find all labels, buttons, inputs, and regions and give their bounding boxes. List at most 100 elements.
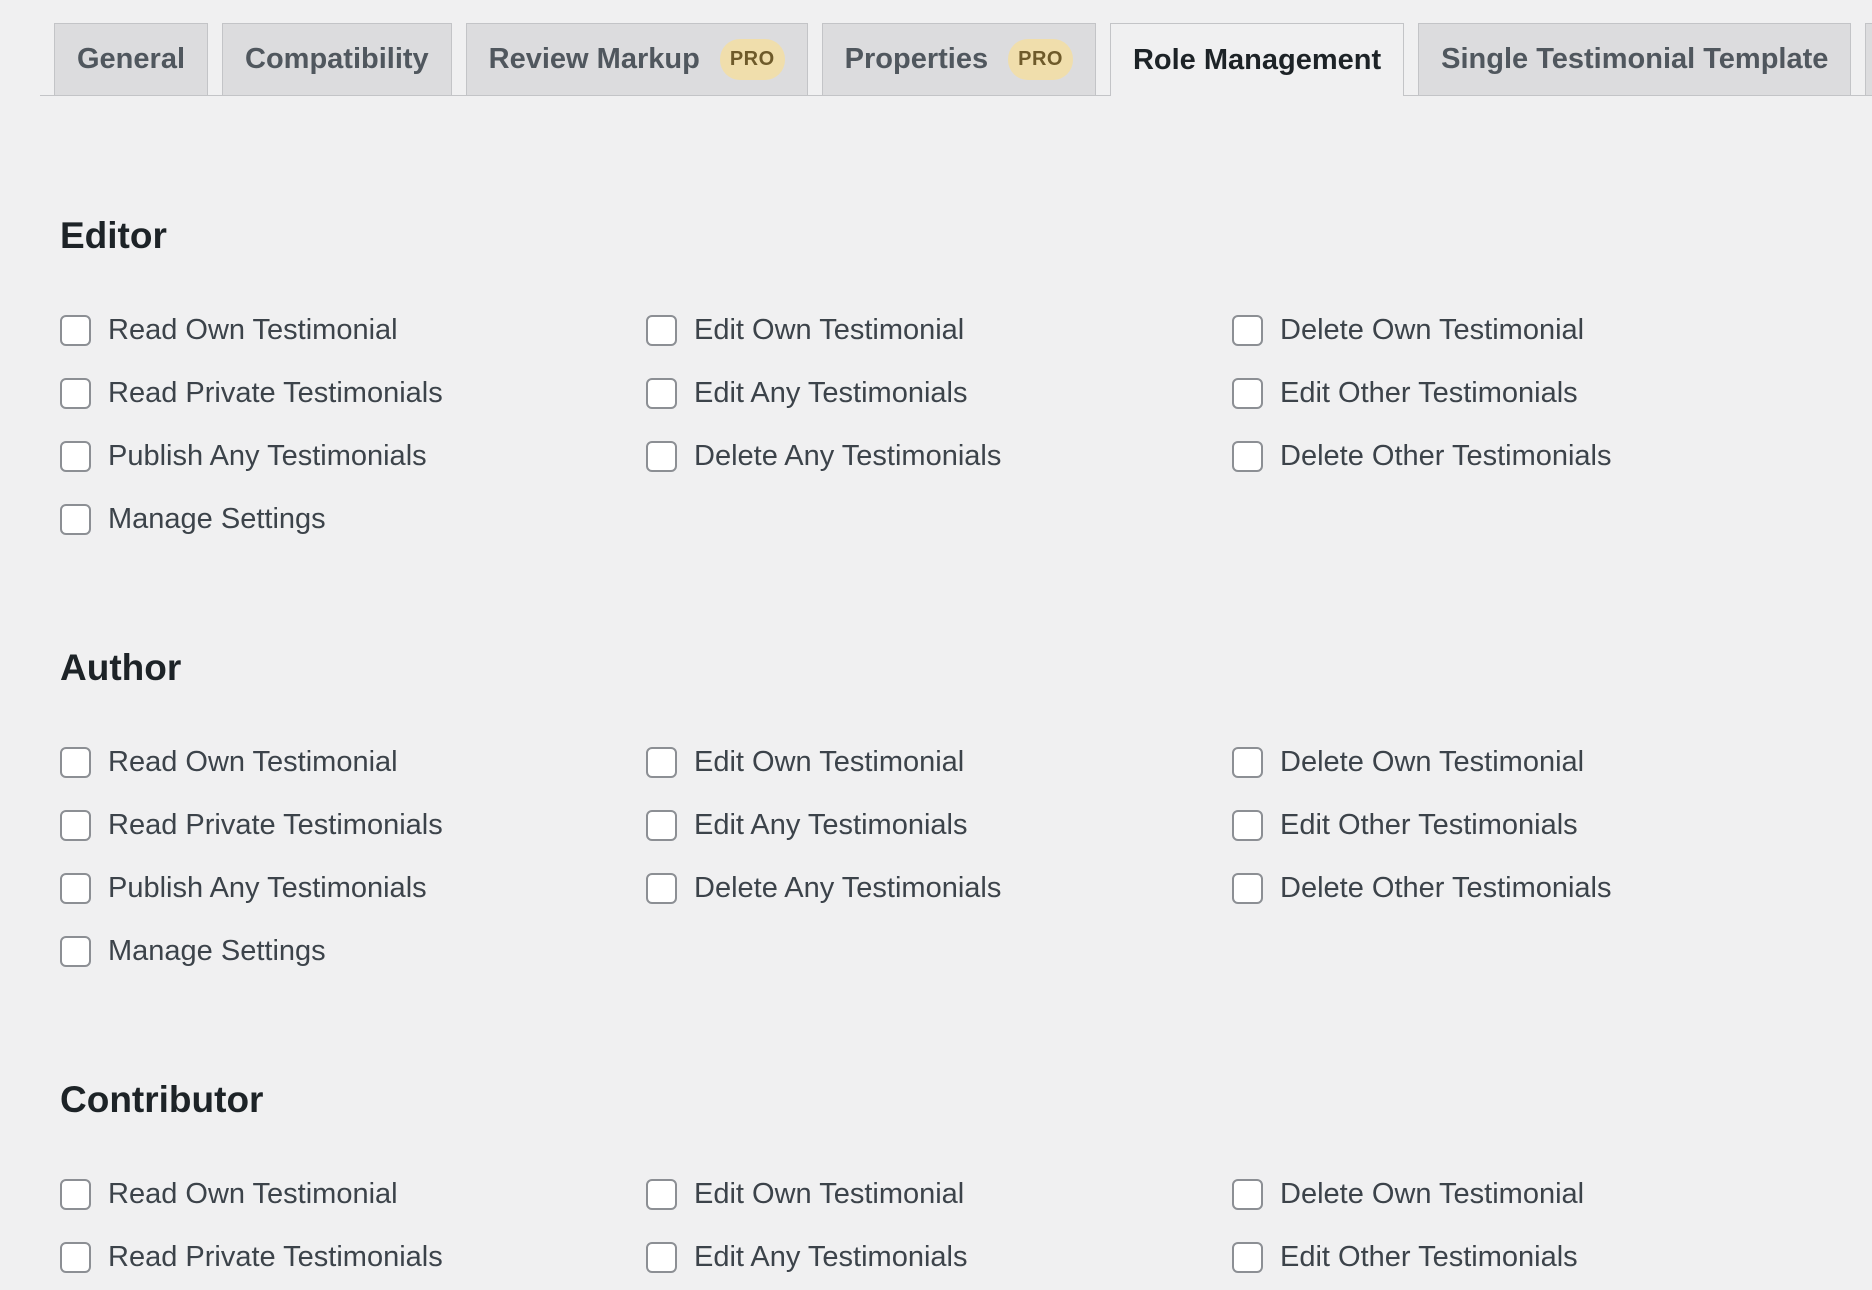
permission-edit-other-testimonials[interactable]: Edit Other Testimonials xyxy=(1232,1226,1818,1289)
role-section-author: Author Read Own Testimonial Edit Own Tes… xyxy=(60,642,1860,983)
role-heading: Editor xyxy=(60,215,167,256)
permission-manage-settings[interactable]: Manage Settings xyxy=(60,488,646,551)
permission-label: Read Own Testimonial xyxy=(108,314,398,346)
checkbox[interactable] xyxy=(646,873,677,904)
tab-label: Review Markup xyxy=(488,43,700,75)
permission-label: Publish Any Testimonials xyxy=(108,872,427,904)
checkbox[interactable] xyxy=(60,810,91,841)
checkbox[interactable] xyxy=(60,936,91,967)
permission-label: Read Own Testimonial xyxy=(108,746,398,778)
permission-delete-other-testimonials[interactable]: Delete Other Testimonials xyxy=(1232,425,1818,488)
permission-delete-own-testimonial[interactable]: Delete Own Testimonial xyxy=(1232,299,1818,362)
permission-label: Edit Other Testimonials xyxy=(1280,1241,1578,1273)
permission-delete-own-testimonial[interactable]: Delete Own Testimonial xyxy=(1232,731,1818,794)
permission-read-own-testimonial[interactable]: Read Own Testimonial xyxy=(60,1163,646,1226)
permission-label: Edit Other Testimonials xyxy=(1280,377,1578,409)
permission-label: Edit Any Testimonials xyxy=(694,1241,968,1273)
checkbox[interactable] xyxy=(60,1179,91,1210)
permission-read-private-testimonials[interactable]: Read Private Testimonials xyxy=(60,794,646,857)
pro-badge: PRO xyxy=(719,39,785,80)
tab-review-markup[interactable]: Review Markup PRO xyxy=(465,23,808,95)
permission-edit-other-testimonials[interactable]: Edit Other Testimonials xyxy=(1232,794,1818,857)
permission-label: Read Private Testimonials xyxy=(108,809,443,841)
permission-manage-settings[interactable]: Manage Settings xyxy=(60,920,646,983)
permission-edit-other-testimonials[interactable]: Edit Other Testimonials xyxy=(1232,362,1818,425)
checkbox[interactable] xyxy=(60,378,91,409)
permission-edit-any-testimonials[interactable]: Edit Any Testimonials xyxy=(646,362,1232,425)
permission-edit-any-testimonials[interactable]: Edit Any Testimonials xyxy=(646,1226,1232,1289)
checkbox[interactable] xyxy=(60,747,91,778)
tab-label: Single Testimonial Template xyxy=(1441,43,1829,75)
permission-label: Publish Any Testimonials xyxy=(108,440,427,472)
tab-label: Properties xyxy=(844,43,989,75)
checkbox[interactable] xyxy=(646,810,677,841)
checkbox[interactable] xyxy=(60,315,91,346)
permission-grid: Read Own Testimonial Edit Own Testimonia… xyxy=(60,731,1860,983)
checkbox[interactable] xyxy=(1232,873,1263,904)
pro-badge: PRO xyxy=(1008,39,1073,80)
checkbox[interactable] xyxy=(1232,747,1263,778)
permission-label: Edit Own Testimonial xyxy=(694,1178,965,1210)
tab-role-management[interactable]: Role Management xyxy=(1109,23,1405,96)
checkbox[interactable] xyxy=(60,1242,91,1273)
permission-label: Edit Own Testimonial xyxy=(694,746,965,778)
permission-label: Delete Other Testimonials xyxy=(1280,872,1612,904)
permission-delete-own-testimonial[interactable]: Delete Own Testimonial xyxy=(1232,1163,1818,1226)
tab-single-testimonial-template[interactable]: Single Testimonial Template xyxy=(1418,23,1852,95)
checkbox[interactable] xyxy=(1232,315,1263,346)
permission-label: Delete Any Testimonials xyxy=(694,440,1002,472)
checkbox[interactable] xyxy=(60,441,91,472)
checkbox[interactable] xyxy=(646,315,677,346)
checkbox[interactable] xyxy=(1232,1242,1263,1273)
permission-label: Read Private Testimonials xyxy=(108,1241,443,1273)
permission-label: Read Own Testimonial xyxy=(108,1178,398,1210)
checkbox[interactable] xyxy=(646,441,677,472)
permission-label: Edit Any Testimonials xyxy=(694,809,968,841)
checkbox[interactable] xyxy=(1232,1179,1263,1210)
permission-label: Manage Settings xyxy=(108,503,326,535)
permission-label: Delete Own Testimonial xyxy=(1280,746,1585,778)
permission-label: Delete Any Testimonials xyxy=(694,872,1002,904)
role-section-editor: Editor Read Own Testimonial Edit Own Tes… xyxy=(60,210,1860,551)
permission-delete-any-testimonials[interactable]: Delete Any Testimonials xyxy=(646,857,1232,920)
permission-label: Delete Other Testimonials xyxy=(1280,440,1612,472)
settings-tab-bar: General Compatibility Review Markup PRO … xyxy=(40,23,1872,96)
permission-read-private-testimonials[interactable]: Read Private Testimonials xyxy=(60,362,646,425)
permission-edit-any-testimonials[interactable]: Edit Any Testimonials xyxy=(646,794,1232,857)
settings-page: General Compatibility Review Markup PRO … xyxy=(0,0,1872,1290)
tab-label: Role Management xyxy=(1132,43,1382,76)
permission-read-own-testimonial[interactable]: Read Own Testimonial xyxy=(60,299,646,362)
checkbox[interactable] xyxy=(60,873,91,904)
permission-edit-own-testimonial[interactable]: Edit Own Testimonial xyxy=(646,731,1232,794)
tab-label: General xyxy=(77,43,185,75)
permission-edit-own-testimonial[interactable]: Edit Own Testimonial xyxy=(646,299,1232,362)
checkbox[interactable] xyxy=(1232,810,1263,841)
tab-label: Compatibility xyxy=(245,43,429,75)
checkbox[interactable] xyxy=(1232,441,1263,472)
permission-label: Edit Any Testimonials xyxy=(694,377,968,409)
permission-read-own-testimonial[interactable]: Read Own Testimonial xyxy=(60,731,646,794)
permission-label: Edit Own Testimonial xyxy=(694,314,965,346)
checkbox[interactable] xyxy=(60,504,91,535)
checkbox[interactable] xyxy=(646,1179,677,1210)
permission-read-private-testimonials[interactable]: Read Private Testimonials xyxy=(60,1226,646,1289)
checkbox[interactable] xyxy=(646,1242,677,1273)
role-heading: Contributor xyxy=(60,1079,264,1120)
permission-publish-any-testimonials[interactable]: Publish Any Testimonials xyxy=(60,857,646,920)
tab-properties[interactable]: Properties PRO xyxy=(821,23,1096,95)
permission-grid: Read Own Testimonial Edit Own Testimonia… xyxy=(60,1163,1860,1289)
permission-publish-any-testimonials[interactable]: Publish Any Testimonials xyxy=(60,425,646,488)
checkbox[interactable] xyxy=(646,378,677,409)
permission-label: Edit Other Testimonials xyxy=(1280,809,1578,841)
checkbox[interactable] xyxy=(1232,378,1263,409)
permission-label: Delete Own Testimonial xyxy=(1280,314,1585,346)
permission-label: Manage Settings xyxy=(108,935,326,967)
tab-general[interactable]: General xyxy=(54,23,208,95)
permission-label: Read Private Testimonials xyxy=(108,377,443,409)
checkbox[interactable] xyxy=(646,747,677,778)
permission-delete-any-testimonials[interactable]: Delete Any Testimonials xyxy=(646,425,1232,488)
permission-edit-own-testimonial[interactable]: Edit Own Testimonial xyxy=(646,1163,1232,1226)
tab-compatibility[interactable]: Compatibility xyxy=(222,23,452,95)
tab-overflow[interactable]: A xyxy=(1865,23,1872,95)
permission-delete-other-testimonials[interactable]: Delete Other Testimonials xyxy=(1232,857,1818,920)
